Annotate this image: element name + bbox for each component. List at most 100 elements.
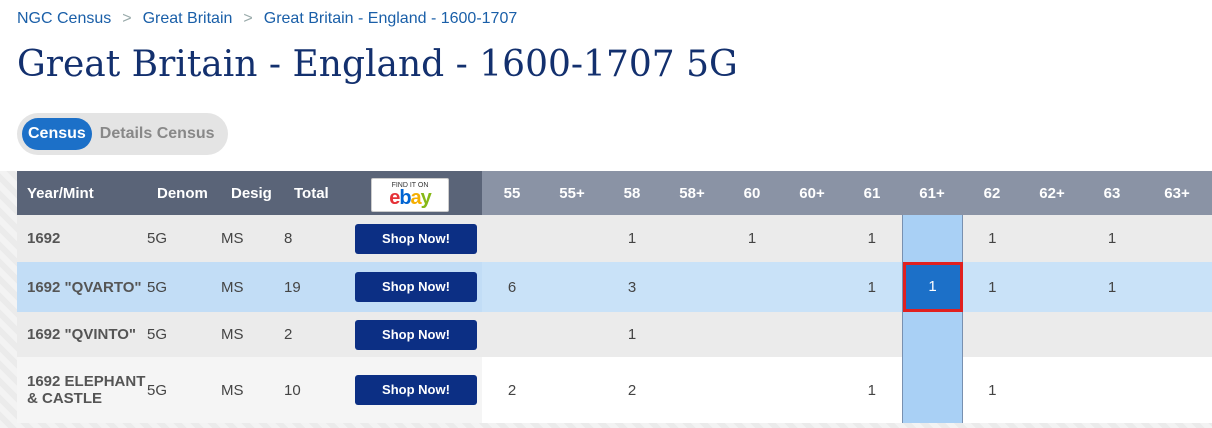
grade-cell (1142, 262, 1212, 312)
shop-now-button[interactable]: Shop Now! (355, 272, 477, 302)
grade-cell[interactable]: 1 (842, 262, 902, 312)
col-header-grade[interactable]: 60+ (782, 171, 842, 215)
breadcrumb-great-britain[interactable]: Great Britain (143, 10, 233, 28)
col-header-grade[interactable]: 61+ (902, 171, 962, 215)
table-row: 1692 "QVARTO" 5G MS 19 Shop Now! 6 3 1 1 1 1 (17, 262, 1212, 312)
col-header-grade[interactable]: 62 (962, 171, 1022, 215)
page-title: Great Britain - England - 1600-1707 5G (17, 44, 738, 85)
grade-cell (1082, 357, 1142, 423)
col-header-grade[interactable]: 60 (722, 171, 782, 215)
col-header-grade[interactable]: 55 (482, 171, 542, 215)
grade-cell (662, 215, 722, 262)
col-header-grade[interactable]: 55+ (542, 171, 602, 215)
row-denom: 5G (147, 357, 221, 423)
grade-cell (482, 312, 542, 357)
grade-cell (662, 262, 722, 312)
col-header-total[interactable]: Total (284, 171, 341, 215)
grade-cell[interactable]: 3 (602, 262, 662, 312)
grade-cell[interactable]: 2 (602, 357, 662, 423)
ebay-wordmark: ebay (389, 187, 432, 210)
breadcrumb-separator: > (243, 10, 253, 27)
col-header-year-mint[interactable]: Year/Mint (17, 171, 147, 215)
col-header-denom[interactable]: Denom (147, 171, 221, 215)
col-header-ebay: FIND IT ON ebay (341, 171, 482, 215)
grade-cell (542, 262, 602, 312)
grade-cell (482, 215, 542, 262)
tab-census[interactable]: Census (22, 118, 92, 150)
row-total: 10 (284, 357, 341, 423)
shop-now-button[interactable]: Shop Now! (355, 375, 477, 405)
shop-now-button[interactable]: Shop Now! (355, 223, 477, 254)
grade-cell (1142, 357, 1212, 423)
grade-cell (782, 262, 842, 312)
grade-cell[interactable]: 1 (1082, 215, 1142, 262)
col-header-grade[interactable]: 63+ (1142, 171, 1212, 215)
row-year-mint[interactable]: 1692 "QVINTO" (17, 312, 147, 357)
grade-cell[interactable]: 1 (602, 215, 662, 262)
row-year-mint[interactable]: 1692 (17, 215, 147, 262)
census-tabs: Census Details Census (17, 113, 228, 155)
col-header-grade[interactable]: 62+ (1022, 171, 1082, 215)
table-header-row: Year/Mint Denom Desig Total FIND IT ON e… (17, 171, 1212, 215)
grade-cell[interactable]: 1 (962, 262, 1022, 312)
row-shop-cell: Shop Now! (341, 312, 482, 357)
row-desig: MS (221, 262, 284, 312)
grade-cell (1082, 312, 1142, 357)
row-year-mint[interactable]: 1692 ELEPHANT & CASTLE (17, 357, 147, 423)
row-desig: MS (221, 312, 284, 357)
grade-cell[interactable]: 1 (842, 357, 902, 423)
col-header-grade[interactable]: 58+ (662, 171, 722, 215)
grade-cell (722, 312, 782, 357)
col-header-grade[interactable]: 58 (602, 171, 662, 215)
breadcrumb-separator: > (122, 10, 132, 27)
row-desig: MS (221, 215, 284, 262)
grade-cell (962, 312, 1022, 357)
grade-cell[interactable]: 1 (842, 215, 902, 262)
grade-cell[interactable]: 1 (901, 262, 963, 312)
grade-cell[interactable]: 1 (962, 215, 1022, 262)
row-denom: 5G (147, 312, 221, 357)
grade-cell[interactable]: 1 (1082, 262, 1142, 312)
grade-cell[interactable]: 6 (482, 262, 542, 312)
grade-cell (662, 357, 722, 423)
grade-cell (1022, 262, 1082, 312)
table-row: 1692 5G MS 8 Shop Now! 1 1 1 1 1 (17, 215, 1212, 262)
row-total: 19 (284, 262, 341, 312)
census-table-container: Year/Mint Denom Desig Total FIND IT ON e… (17, 171, 1212, 428)
selected-grade-cell[interactable]: 1 (902, 262, 963, 312)
table-row: 1692 "QVINTO" 5G MS 2 Shop Now! 1 (17, 312, 1212, 357)
grade-cell[interactable]: 1 (602, 312, 662, 357)
grade-cell (782, 312, 842, 357)
col-header-desig[interactable]: Desig (221, 171, 284, 215)
grade-cell (1142, 312, 1212, 357)
row-year-mint[interactable]: 1692 "QVARTO" (17, 262, 147, 312)
shop-now-button[interactable]: Shop Now! (355, 319, 477, 350)
col-header-grade[interactable]: 61 (842, 171, 902, 215)
table-row: 1692 ELEPHANT & CASTLE 5G MS 10 Shop Now! 2 2 1… (17, 357, 1212, 423)
grade-cell (1022, 312, 1082, 357)
row-shop-cell: Shop Now! (341, 357, 482, 423)
grade-cell[interactable]: 1 (722, 215, 782, 262)
row-shop-cell: Shop Now! (341, 215, 482, 262)
row-desig: MS (221, 357, 284, 423)
grade-cell (722, 262, 782, 312)
grade-cell (542, 215, 602, 262)
grade-cell[interactable]: 1 (962, 357, 1022, 423)
tab-details-census[interactable]: Details Census (100, 125, 215, 143)
row-total: 2 (284, 312, 341, 357)
grade-cell[interactable]: 2 (482, 357, 542, 423)
col-header-grade[interactable]: 63 (1082, 171, 1142, 215)
ebay-logo[interactable]: FIND IT ON ebay (371, 177, 449, 212)
grade-cell (722, 357, 782, 423)
grade-cell (542, 312, 602, 357)
breadcrumb-ngc-census[interactable]: NGC Census (17, 10, 111, 28)
row-shop-cell: Shop Now! (341, 262, 482, 312)
grade-cell (782, 357, 842, 423)
grade-cell (901, 312, 963, 357)
grade-cell (662, 312, 722, 357)
grade-cell (542, 357, 602, 423)
row-denom: 5G (147, 262, 221, 312)
breadcrumb-england[interactable]: Great Britain - England - 1600-1707 (264, 10, 517, 28)
grade-cell (901, 357, 963, 423)
census-table: Year/Mint Denom Desig Total FIND IT ON e… (17, 171, 1212, 423)
